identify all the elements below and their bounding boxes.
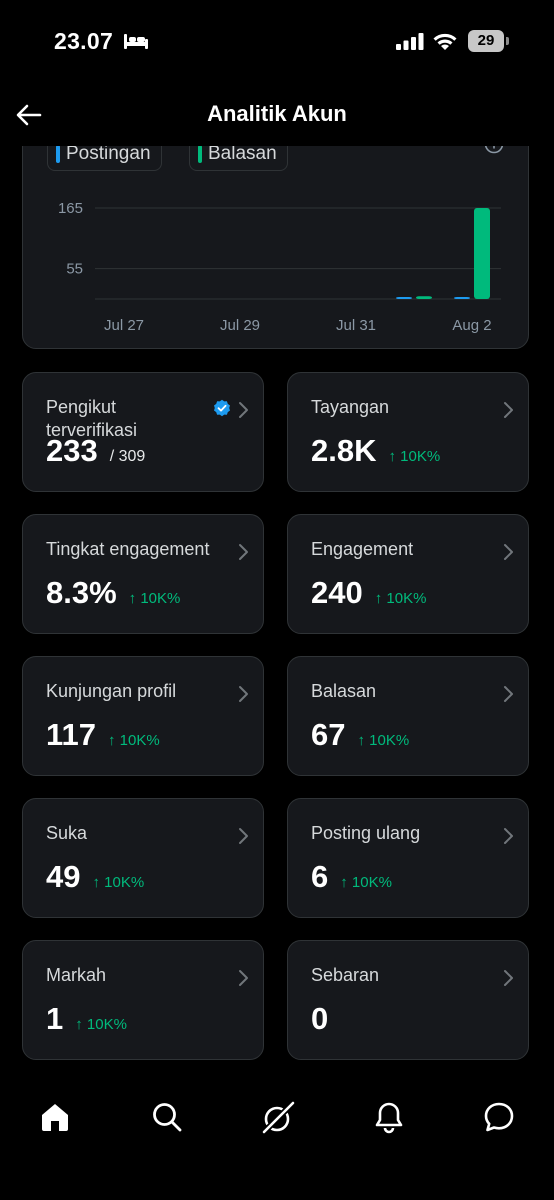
stat-label: Balasan [311,681,377,701]
stat-value-row: 117 ↑ 10K% [46,717,160,753]
stat-value: 49 [46,859,81,894]
stat-total: / 309 [109,448,146,465]
x-tick-label: Jul 27 [104,317,144,334]
battery-indicator: 29 [468,30,504,52]
stat-label: Tingkat engagement [46,539,210,559]
stat-card[interactable]: Posting ulang 6 ↑ 10K% [287,798,529,918]
stat-value: 8.3% [46,575,117,610]
stat-value: 240 [311,575,363,610]
stat-value-row: 233 / 309 [46,433,145,469]
y-tick-label: 165 [58,200,83,217]
stat-card[interactable]: Tingkat engagement 8.3% ↑ 10K% [22,514,264,634]
stat-label: Engagement [311,539,414,559]
messages-icon[interactable] [482,1100,516,1134]
stat-change: ↑ 10K% [374,590,427,607]
chevron-right-icon [504,544,513,560]
chevron-right-icon [239,970,248,986]
stat-value: 1 [46,1001,64,1036]
stat-label: Tayangan [311,397,390,417]
y-tick-label: 55 [66,261,83,278]
bottom-navigation [0,1080,554,1200]
stat-value: 6 [311,859,329,894]
stat-value: 117 [46,717,97,752]
stat-change: ↑ 10K% [388,448,441,465]
sleep-focus-icon [124,34,148,49]
stat-value-row: 49 ↑ 10K% [46,859,144,895]
chevron-right-icon [504,402,513,418]
battery-tip [506,37,509,45]
stat-value-row: 1 ↑ 10K% [46,1001,127,1037]
stat-label: Posting ulang [311,823,421,843]
x-tick-label: Jul 31 [336,317,376,334]
stat-card[interactable]: Kunjungan profil 117 ↑ 10K% [22,656,264,776]
stat-change: ↑ 10K% [357,732,410,749]
stat-value-row: 6 ↑ 10K% [311,859,392,895]
stat-value: 233 [46,433,98,468]
stat-value: 0 [311,1001,329,1036]
stat-label: Markah [46,965,107,985]
x-tick-label: Jul 29 [220,317,260,334]
wifi-icon [433,33,457,50]
stat-change: ↑ 10K% [128,590,181,607]
status-time: 23.07 [54,28,114,54]
search-icon[interactable] [150,1100,184,1134]
chevron-right-icon [239,402,248,418]
chevron-right-icon [239,686,248,702]
chevron-right-icon [239,544,248,560]
stat-card[interactable]: Balasan 67 ↑ 10K% [287,656,529,776]
bar-balasan[interactable] [474,208,490,299]
x-tick-label: Aug 2 [452,317,491,334]
bar-postingan[interactable] [454,297,470,299]
battery-level: 29 [477,32,495,49]
stat-change: ↑ 10K% [108,732,160,749]
stat-value-row: 240 ↑ 10K% [311,575,426,611]
chevron-right-icon [504,970,513,986]
stat-card[interactable]: Sebaran 0 [287,940,529,1060]
bar-chart: 165 55 Jul 27 Jul 29 Jul 31 Aug 2 [58,200,501,334]
stat-value-row: 2.8K ↑ 10K% [311,433,440,469]
chevron-right-icon [504,686,513,702]
stat-change: ↑ 10K% [75,1016,127,1033]
stat-value: 2.8K [311,433,377,468]
stat-card[interactable]: Suka 49 ↑ 10K% [22,798,264,918]
stat-value: 67 [311,717,346,752]
chevron-right-icon [239,828,248,844]
cellular-signal-icon [396,33,424,50]
bar-balasan[interactable] [416,296,432,299]
stat-card[interactable]: Engagement 240 ↑ 10K% [287,514,529,634]
page-title: Analitik Akun [207,101,347,126]
stat-card[interactable]: Tayangan 2.8K ↑ 10K% [287,372,529,492]
home-icon[interactable] [38,1100,72,1134]
stat-card[interactable]: Pengikut terverifikasi 233/ 309 [22,372,264,492]
stat-label: Kunjungan profil [46,681,177,701]
app-header: Analitik Akun [0,84,554,146]
stat-change: ↑ 10K% [340,874,392,891]
bar-postingan[interactable] [396,297,412,299]
verified-badge-icon [214,399,230,417]
stat-card[interactable]: Markah 1 ↑ 10K% [22,940,264,1060]
stat-label: Sebaran [311,965,380,985]
grok-icon[interactable] [260,1100,296,1136]
activity-chart-card: Postingan Balasan 165 55 Jul 27 Jul 29 Jul 3… [22,120,529,349]
stat-label: Suka [46,823,88,843]
stat-value-row: 67 ↑ 10K% [311,717,409,753]
stat-value-row: 0 [311,1001,328,1037]
stat-value-row: 8.3% ↑ 10K% [46,575,180,611]
notifications-icon[interactable] [372,1100,406,1134]
chevron-right-icon [504,828,513,844]
stat-change: ↑ 10K% [92,874,145,891]
status-bar: 23.07 29 [0,0,554,84]
